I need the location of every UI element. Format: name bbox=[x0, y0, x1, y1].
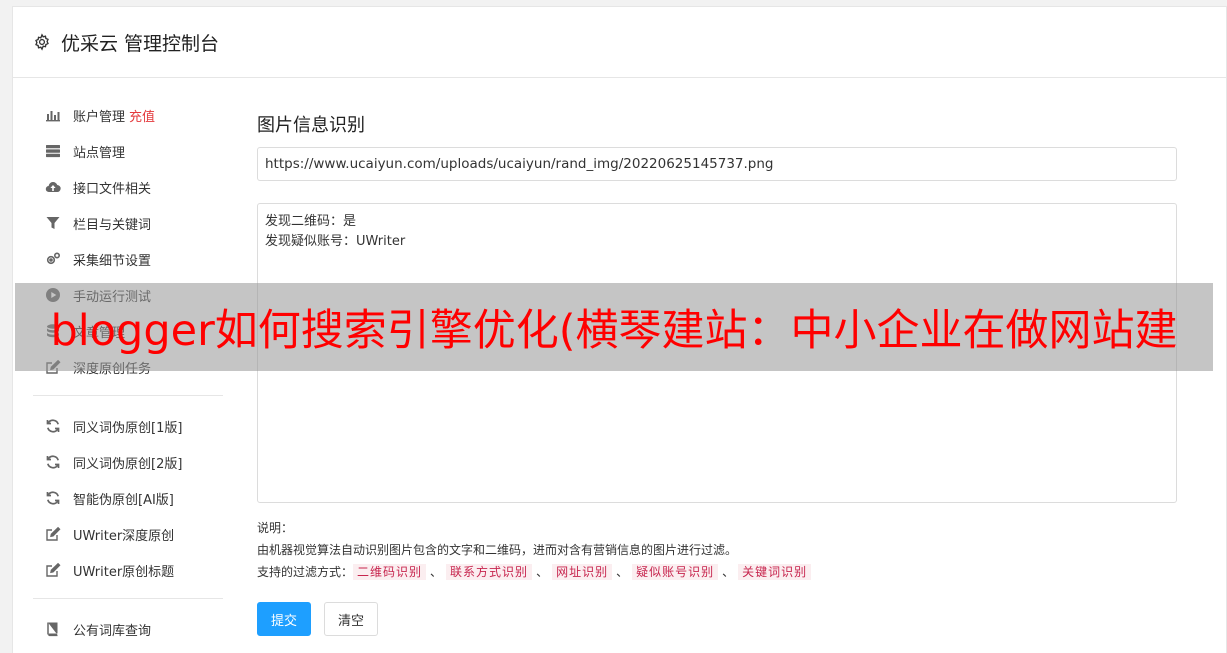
sidebar-item[interactable]: 站点管理 bbox=[33, 133, 223, 169]
recharge-link[interactable]: 充值 bbox=[129, 106, 155, 125]
sidebar-item-label: 站点管理 bbox=[73, 145, 126, 161]
filter-separator: 、 bbox=[536, 565, 549, 579]
edit-icon bbox=[44, 562, 61, 579]
sidebar-item[interactable]: 栏目与关键词 bbox=[33, 205, 223, 241]
sidebar-item[interactable]: 公有词库查询 bbox=[33, 611, 223, 647]
page-header: 优采云 管理控制台 bbox=[13, 7, 1226, 78]
submit-button[interactable]: 提交 bbox=[257, 602, 312, 636]
sidebar-item-label: UWriter原创标题 bbox=[73, 564, 175, 580]
sidebar-item[interactable]: 同义词伪原创[1版] bbox=[33, 408, 223, 444]
sidebar-item[interactable]: 采集细节设置 bbox=[33, 241, 223, 277]
sidebar-item-label: UWriter深度原创 bbox=[73, 528, 175, 544]
sidebar-item[interactable]: 账户管理 充值 bbox=[33, 97, 223, 133]
notes: 说明： 由机器视觉算法自动识别图片包含的文字和二维码，进而对含有营销信息的图片进… bbox=[257, 517, 812, 583]
title-overlay-banner: blogger如何搜索引擎优化(横琴建站：中小企业在做网站建 bbox=[15, 283, 1213, 371]
sidebar: 账户管理充值站点管理接口文件相关栏目与关键词采集细节设置手动运行测试文章管理深度… bbox=[33, 97, 223, 647]
filter-tag: 网址识别 bbox=[552, 564, 613, 580]
sidebar-item-label: 同义词伪原创[2版] bbox=[73, 456, 183, 472]
edit-icon bbox=[44, 526, 61, 543]
filter-separator: 、 bbox=[616, 565, 629, 579]
sidebar-item-label: 账户管理 bbox=[73, 109, 126, 125]
sidebar-item-label: 公有词库查询 bbox=[73, 623, 152, 639]
bar-chart-icon bbox=[44, 107, 61, 124]
sidebar-divider bbox=[33, 598, 223, 599]
sidebar-item[interactable]: 智能伪原创[AI版] bbox=[33, 480, 223, 516]
sidebar-item-label: 同义词伪原创[1版] bbox=[73, 420, 183, 436]
gears-icon bbox=[44, 251, 61, 268]
filter-label: 支持的过滤方式： bbox=[257, 565, 354, 579]
notes-description: 由机器视觉算法自动识别图片包含的文字和二维码，进而对含有营销信息的图片进行过滤。 bbox=[257, 543, 738, 557]
sidebar-item[interactable]: UWriter原创标题 bbox=[33, 552, 223, 588]
sidebar-item-label: 栏目与关键词 bbox=[73, 217, 152, 233]
sidebar-item-label: 采集细节设置 bbox=[73, 253, 152, 269]
filter-tag: 关键词识别 bbox=[738, 564, 812, 580]
sidebar-item[interactable]: 接口文件相关 bbox=[33, 169, 223, 205]
action-buttons: 提交 清空 bbox=[257, 602, 379, 636]
filter-separator: 、 bbox=[430, 565, 443, 579]
refresh-icon bbox=[44, 490, 61, 507]
section-title: 图片信息识别 bbox=[257, 115, 365, 136]
clear-button[interactable]: 清空 bbox=[324, 602, 379, 636]
image-url-input[interactable] bbox=[257, 147, 1177, 181]
filter-separator: 、 bbox=[722, 565, 735, 579]
refresh-icon bbox=[44, 418, 61, 435]
sidebar-item-label: 接口文件相关 bbox=[73, 181, 152, 197]
filter-tag: 联系方式识别 bbox=[446, 564, 533, 580]
page-title: 优采云 管理控制台 bbox=[61, 32, 220, 55]
server-icon bbox=[44, 143, 61, 160]
book-icon bbox=[44, 621, 61, 638]
filter-icon bbox=[44, 215, 61, 232]
sidebar-divider bbox=[33, 395, 223, 396]
cloud-upload-icon bbox=[44, 179, 61, 196]
sidebar-item-label: 智能伪原创[AI版] bbox=[73, 492, 174, 508]
filter-tag: 疑似账号识别 bbox=[632, 564, 719, 580]
filter-methods: 支持的过滤方式： 二维码识别、联系方式识别、网址识别、疑似账号识别、关键词识别 bbox=[257, 561, 812, 583]
sidebar-item[interactable]: 同义词伪原创[2版] bbox=[33, 444, 223, 480]
main-content: 图片信息识别 说明： 由机器视觉算法自动识别图片包含的文字和二维码，进而对含有营… bbox=[257, 107, 1177, 636]
overlay-text: blogger如何搜索引擎优化(横琴建站：中小企业在做网站建 bbox=[50, 306, 1178, 356]
sidebar-item[interactable]: UWriter深度原创 bbox=[33, 516, 223, 552]
refresh-icon bbox=[44, 454, 61, 471]
notes-label: 说明： bbox=[257, 521, 294, 535]
gear-icon bbox=[35, 33, 49, 51]
filter-tag: 二维码识别 bbox=[353, 564, 427, 580]
